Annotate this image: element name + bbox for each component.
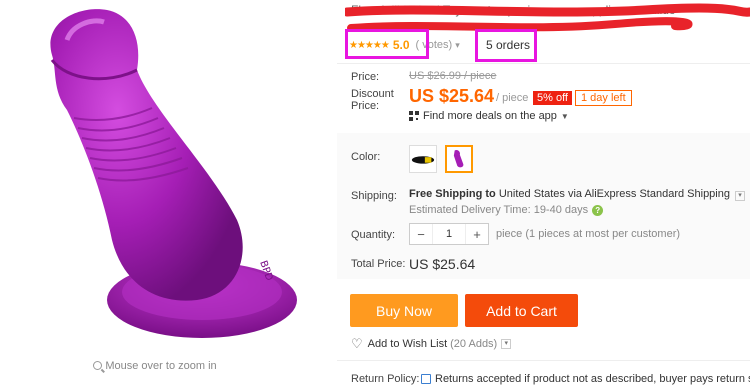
app-deals-text: Find more deals on the app <box>423 110 557 122</box>
quantity-label: Quantity: <box>351 229 396 241</box>
heart-icon: ♡ <box>351 336 363 351</box>
price-label: Price: <box>351 71 380 83</box>
color-label: Color: <box>351 151 381 163</box>
per-piece: / piece <box>496 92 529 104</box>
days-left-badge: 1 day left <box>575 90 632 106</box>
shield-icon <box>421 374 431 384</box>
black-variant-thumbnail <box>411 156 435 164</box>
product-details: Fl...nd dildo Anal Toys... et ... penis … <box>337 0 750 388</box>
orders-highlight-box <box>475 29 537 62</box>
product-image[interactable]: BPD <box>12 0 312 345</box>
divider <box>337 63 750 64</box>
return-policy-text: Returns accepted if product not as descr… <box>435 373 750 385</box>
buy-now-button[interactable]: Buy Now <box>350 294 458 327</box>
quantity-stepper: − 1 + <box>409 223 489 245</box>
total-price: US $25.64 <box>409 256 476 272</box>
product-page: BPD Mouse over to zoom in Fl...nd dildo … <box>0 0 750 388</box>
quantity-info: piece (1 pieces at most per customer) <box>496 228 681 240</box>
shipping-destination: United States via AliExpress Standard Sh… <box>498 188 730 200</box>
delivery-text: Estimated Delivery Time: 19-40 days <box>409 204 589 216</box>
product-gallery: BPD Mouse over to zoom in <box>0 0 322 388</box>
free-shipping-text: Free Shipping to <box>409 188 496 200</box>
shipping-option[interactable]: Free Shipping to United States via AliEx… <box>409 188 746 201</box>
divider <box>337 360 750 361</box>
decrement-button[interactable]: − <box>410 227 432 242</box>
original-price: US $26.99 / piece <box>409 70 497 82</box>
caret-down-icon: ▼ <box>560 111 569 121</box>
shipping-label: Shipping: <box>351 190 397 202</box>
wishlist-count: (20 Adds) <box>450 338 498 350</box>
discount-badge: 5% off <box>533 91 572 105</box>
total-price-label: Total Price: <box>351 258 406 270</box>
help-icon[interactable]: ? <box>592 204 604 216</box>
delivery-estimate: Estimated Delivery Time: 19-40 days ? <box>409 204 604 216</box>
return-policy: Return Policy: Returns accepted if produ… <box>351 373 750 385</box>
quantity-input[interactable]: 1 <box>432 224 466 244</box>
add-to-cart-button[interactable]: Add to Cart <box>465 294 578 327</box>
swatch-black[interactable] <box>409 145 437 173</box>
wishlist-text: Add to Wish List <box>367 338 448 350</box>
chevron-down-icon[interactable]: ▾ <box>455 40 460 51</box>
qr-code-icon <box>409 111 419 121</box>
zoom-hint: Mouse over to zoom in <box>0 360 310 372</box>
chevron-down-icon[interactable]: ▾ <box>501 339 512 349</box>
discount-price: US $25.64 <box>409 86 495 106</box>
magnifier-icon <box>93 361 103 370</box>
return-policy-label: Return Policy: <box>351 373 420 385</box>
increment-button[interactable]: + <box>466 227 488 242</box>
add-to-wishlist[interactable]: ♡ Add to Wish List (20 Adds) ▾ <box>351 336 512 352</box>
zoom-hint-text: Mouse over to zoom in <box>105 360 217 372</box>
chevron-down-icon[interactable]: ▾ <box>735 191 746 201</box>
purple-variant-thumbnail <box>453 149 464 168</box>
app-deals-link[interactable]: Find more deals on the app ▼ <box>409 110 569 122</box>
discount-price-label: Discount Price: <box>351 88 394 112</box>
rating-highlight-box <box>345 29 429 59</box>
swatch-purple[interactable] <box>445 145 473 173</box>
